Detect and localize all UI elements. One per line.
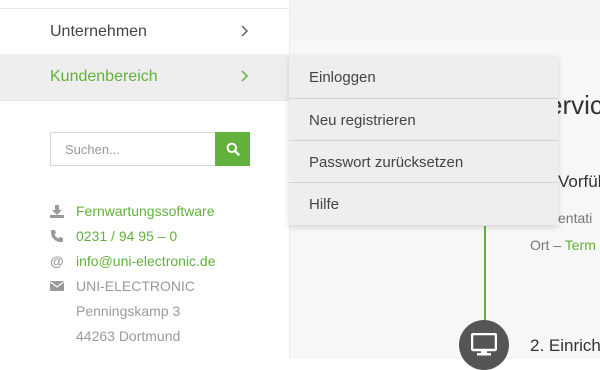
timeline-line xyxy=(484,226,486,324)
search-form xyxy=(50,132,250,166)
contact-email[interactable]: @ info@uni-electronic.de xyxy=(50,249,290,274)
step-icon-circle xyxy=(459,320,509,370)
nav-item-kundenbereich[interactable]: Kundenbereich xyxy=(0,54,289,101)
at-icon: @ xyxy=(50,253,64,269)
menu-item-einloggen[interactable]: Einloggen xyxy=(289,56,558,98)
appointment-link[interactable]: Term xyxy=(565,237,596,253)
menu-item-label: Einloggen xyxy=(309,68,376,86)
street-text: Penningskamp 3 xyxy=(76,303,181,319)
menu-item-hilfe[interactable]: Hilfe xyxy=(289,183,558,225)
step-1-text-prefix: Ort – xyxy=(530,237,565,253)
search-input[interactable] xyxy=(50,132,215,166)
envelope-icon xyxy=(50,281,64,291)
contact-city: 44263 Dortmund xyxy=(50,324,290,349)
contact-phone[interactable]: 0231 / 94 95 – 0 xyxy=(50,224,290,249)
menu-item-label: Neu registrieren xyxy=(309,111,416,129)
menu-item-label: Hilfe xyxy=(309,195,340,213)
nav-item-label: Unternehmen xyxy=(50,22,147,40)
nav-item-label: Kundenbereich xyxy=(50,68,158,85)
search-button[interactable] xyxy=(215,132,250,166)
contact-download[interactable]: Fernwartungssoftware xyxy=(50,199,290,224)
menu-item-neu-registrieren[interactable]: Neu registrieren xyxy=(289,99,558,141)
menu-item-label: Passwort zurücksetzen xyxy=(309,153,464,171)
email-link[interactable]: info@uni-electronic.de xyxy=(76,249,216,274)
phone-link[interactable]: 0231 / 94 95 – 0 xyxy=(76,224,177,249)
sidebar: Unternehmen Kundenbereich Fernwartungsso… xyxy=(0,0,290,359)
chevron-right-icon xyxy=(241,70,249,82)
download-link[interactable]: Fernwartungssoftware xyxy=(76,199,215,224)
contact-street: Penningskamp 3 xyxy=(50,299,290,324)
step-2-title: 2. Einrich xyxy=(530,336,600,355)
contact-address: UNI-ELECTRONIC xyxy=(50,274,290,299)
chevron-right-icon xyxy=(241,25,249,37)
search-icon xyxy=(226,142,240,156)
content-header-band xyxy=(290,0,600,40)
company-name: UNI-ELECTRONIC xyxy=(76,278,196,294)
phone-icon xyxy=(51,230,63,242)
step-1-text: entati xyxy=(558,210,593,226)
step-1-title: Vorfüh xyxy=(558,172,600,191)
menu-item-passwort-zuruecksetzen[interactable]: Passwort zurücksetzen xyxy=(289,141,558,183)
kundenbereich-dropdown-menu: Einloggen Neu registrieren Passwort zurü… xyxy=(289,56,558,225)
step-1-text-line-2: Ort – Term xyxy=(530,237,596,253)
monitor-icon xyxy=(471,333,497,356)
city-text: 44263 Dortmund xyxy=(76,328,181,344)
download-icon xyxy=(50,205,64,218)
nav-item-unternehmen[interactable]: Unternehmen xyxy=(0,9,289,55)
